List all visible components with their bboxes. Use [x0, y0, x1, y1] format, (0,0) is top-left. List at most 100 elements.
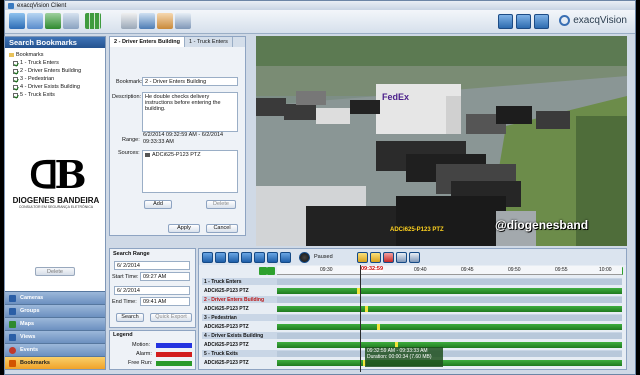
play-reverse-icon[interactable]	[228, 251, 239, 263]
record-icon[interactable]	[299, 251, 310, 263]
checkbox[interactable]	[13, 92, 18, 98]
timeline-prev-icon[interactable]	[259, 267, 267, 275]
grid-icon[interactable]	[85, 13, 101, 29]
search-button[interactable]: Search	[116, 313, 144, 322]
play-icon[interactable]	[254, 251, 265, 263]
groups-icon	[9, 307, 16, 315]
track-bar[interactable]	[277, 305, 622, 312]
legend-panel: Legend Motion: Alarm: Free Run:	[109, 330, 196, 370]
rewind-fast-icon[interactable]	[202, 251, 213, 263]
delete-bookmark-button[interactable]: Delete	[35, 267, 75, 276]
help-icon[interactable]	[534, 14, 549, 29]
bookmark-track-row[interactable]: 3 - Pedestrian	[202, 314, 622, 321]
nav-events[interactable]: Events	[5, 343, 105, 356]
tree-item[interactable]: 1 - Truck Enters	[9, 59, 101, 67]
time-ruler[interactable]: 09:30 09:35 09:40 09:45 09:50 09:55 10:0…	[277, 266, 622, 275]
fast-forward-icon[interactable]	[280, 251, 291, 263]
export-icon[interactable]	[175, 13, 191, 29]
layout-toggle-icon[interactable]	[516, 14, 531, 29]
step-back-icon[interactable]	[215, 251, 226, 263]
settings-icon[interactable]	[408, 251, 420, 263]
legend-motion-swatch	[156, 343, 192, 348]
checkbox[interactable]	[13, 76, 18, 82]
bookmark-track-row[interactable]: 1 - Truck Enters	[202, 278, 622, 285]
track-bar[interactable]	[277, 287, 622, 294]
tick-label: 09:30	[320, 267, 333, 273]
brand-name: exacqVision	[573, 15, 627, 26]
checkbox[interactable]	[13, 84, 18, 90]
legend-alarm-label: Alarm:	[136, 351, 152, 357]
end-date-input[interactable]: 6/ 2/2014	[114, 286, 190, 295]
bookmark-add-icon[interactable]	[356, 251, 368, 263]
motion-mark	[377, 323, 380, 330]
tree-item[interactable]: 3 - Pedestrian	[9, 75, 101, 83]
bookmark-start-icon[interactable]	[369, 251, 381, 263]
nav-bookmarks[interactable]: Bookmarks	[5, 356, 105, 369]
bookmark-label: Bookmark:	[116, 79, 143, 85]
export-clip-icon[interactable]	[395, 251, 407, 263]
bookmark-track-row[interactable]: 4 - Driver Exists Building	[202, 332, 622, 339]
truck-text: FedEx	[382, 92, 409, 102]
checkbox[interactable]	[13, 60, 18, 66]
tab-driver-enters[interactable]: 2 - Driver Enters Building	[110, 37, 186, 47]
users-icon[interactable]	[157, 13, 173, 29]
timeline-zoom-icon[interactable]	[267, 267, 275, 275]
pause-icon[interactable]	[241, 251, 252, 263]
end-time-label: End Time:	[112, 299, 137, 305]
layout-icon[interactable]	[63, 13, 79, 29]
nav-views[interactable]: Views	[5, 330, 105, 343]
config-icon[interactable]	[121, 13, 137, 29]
sources-list: ADCi625-P123 PTZ	[142, 150, 238, 193]
tree-root[interactable]: Bookmarks	[9, 51, 101, 59]
camera-track-row[interactable]: ADCi625-P123 PTZ	[202, 323, 622, 330]
track-bar[interactable]	[277, 359, 622, 366]
end-time-input[interactable]: 09:41 AM	[140, 297, 190, 306]
source-item[interactable]: ADCi625-P123 PTZ	[152, 152, 201, 158]
step-forward-icon[interactable]	[267, 251, 278, 263]
apply-button[interactable]: Apply	[168, 224, 200, 233]
nav-maps[interactable]: Maps	[5, 317, 105, 330]
track-bar[interactable]	[277, 278, 622, 285]
track-bar[interactable]	[277, 296, 622, 303]
start-date-input[interactable]: 6/ 2/2014	[114, 261, 190, 270]
logo-subtitle: CONSULTOR EM SEGURANÇA ELETRÔNICA	[18, 205, 94, 209]
camera-icon	[9, 294, 16, 302]
checkbox[interactable]	[13, 68, 18, 74]
nav-cameras[interactable]: Cameras	[5, 291, 105, 304]
track-bar[interactable]	[277, 314, 622, 321]
bookmark-name-input[interactable]: 2 - Driver Enters Building	[142, 77, 238, 86]
bookmark-delete-icon[interactable]	[382, 251, 394, 263]
watermark-handle: @diogenesband	[495, 218, 589, 232]
nav-groups[interactable]: Groups	[5, 304, 105, 317]
tree-item[interactable]: 4 - Driver Exists Building	[9, 83, 101, 91]
add-source-button[interactable]: Add	[144, 200, 172, 209]
track-label: 4 - Driver Exists Building	[204, 332, 264, 339]
start-time-input[interactable]: 09:27 AM	[140, 272, 190, 281]
monitor-icon[interactable]	[139, 13, 155, 29]
playhead-cursor[interactable]	[360, 265, 361, 372]
bookmark-track-row[interactable]: 2 - Driver Enters Building	[202, 296, 622, 303]
camera-track-row[interactable]: ADCi625-P123 PTZ	[202, 287, 622, 294]
camera-overlay-label: ADCi625-P123 PTZ	[390, 227, 444, 233]
track-bar[interactable]	[277, 332, 622, 339]
track-bar[interactable]	[277, 350, 622, 357]
delete-source-button[interactable]: Delete	[206, 200, 236, 209]
tab-truck-enters[interactable]: 1 - Truck Enters	[185, 37, 233, 47]
track-bar[interactable]	[277, 341, 622, 348]
tree-item[interactable]: 2 - Driver Enters Building	[9, 67, 101, 75]
search-icon[interactable]	[27, 13, 43, 29]
video-panel[interactable]: FedEx	[256, 36, 627, 246]
panel-header: Search Bookmarks	[5, 37, 105, 48]
tick-label: 10:00	[599, 267, 612, 273]
home-icon[interactable]	[9, 13, 25, 29]
track-bar[interactable]	[277, 323, 622, 330]
cancel-button[interactable]: Cancel	[206, 224, 238, 233]
track-label: ADCi625-P123 PTZ	[204, 323, 249, 330]
quick-export-button[interactable]: Quick Export	[150, 313, 192, 322]
camera-view-icon[interactable]	[45, 13, 61, 29]
camera-track-row[interactable]: ADCi625-P123 PTZ	[202, 305, 622, 312]
fullscreen-icon[interactable]	[498, 14, 513, 29]
description-input[interactable]: He double checks delivery instructions b…	[142, 92, 238, 132]
camera-icon	[145, 153, 150, 157]
tree-item[interactable]: 5 - Truck Exits	[9, 91, 101, 99]
